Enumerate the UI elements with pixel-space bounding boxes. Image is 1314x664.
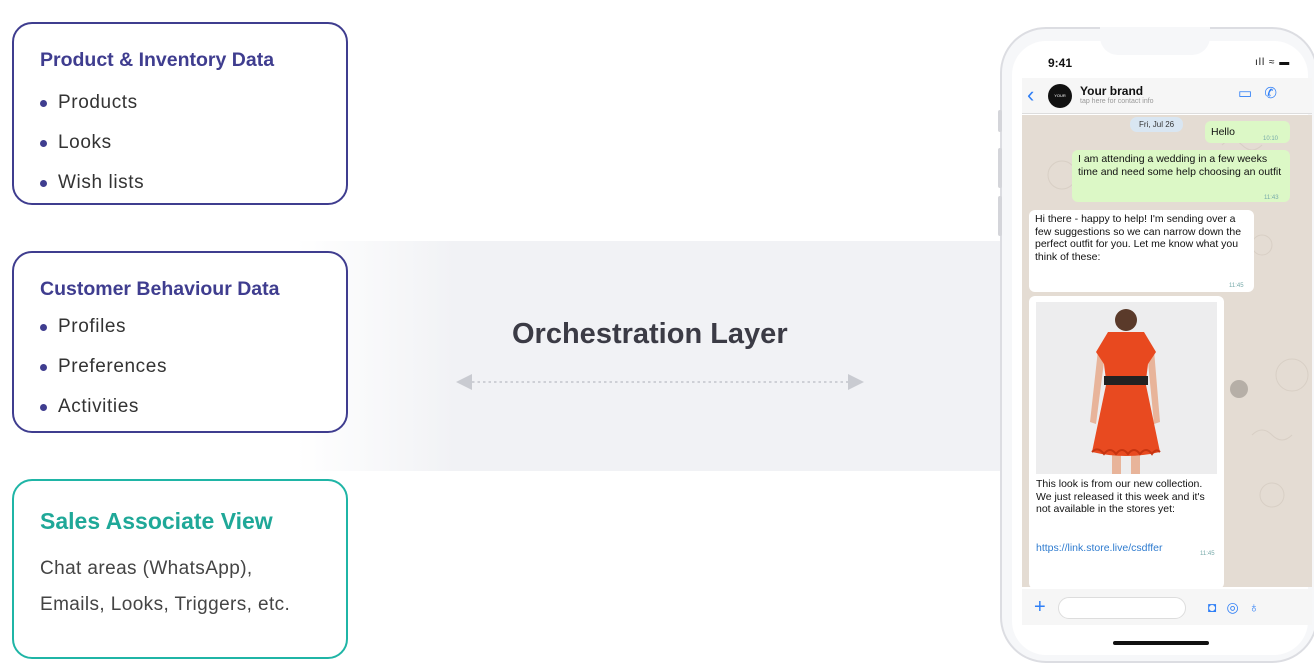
product-inventory-card: Product & Inventory Data Products Looks …: [12, 22, 348, 205]
bullet-icon: [40, 324, 47, 331]
message-in: Hi there - happy to help! I'm sending ov…: [1029, 210, 1254, 292]
sales-associate-card: Sales Associate View Chat areas (WhatsAp…: [12, 479, 348, 659]
sticker-icon[interactable]: ◘: [1208, 599, 1226, 615]
image-caption: This look is from our new collection. We…: [1036, 478, 1205, 515]
bullet-icon: [40, 140, 47, 147]
list-item: Activities: [40, 395, 167, 435]
date-pill: Fri, Jul 26: [1130, 117, 1184, 132]
phone-side-button: [998, 110, 1002, 132]
contact-subtitle: tap here for contact info: [1080, 98, 1154, 105]
status-icons: ıll ≈ ▬: [1255, 57, 1291, 68]
video-call-icon[interactable]: ▭: [1238, 85, 1252, 102]
list-item: Profiles: [40, 315, 167, 355]
message-input[interactable]: [1058, 597, 1186, 619]
bullet-icon: [40, 364, 47, 371]
header-call-icons: ▭ ✆: [1238, 84, 1277, 102]
home-indicator: [1113, 641, 1209, 645]
microphone-icon[interactable]: ♁: [1249, 599, 1270, 615]
bullet-icon: [40, 404, 47, 411]
bullet-list: Products Looks Wish lists: [40, 91, 144, 211]
list-item: Preferences: [40, 355, 167, 395]
status-time: 9:41: [1048, 56, 1073, 70]
contact-name[interactable]: Your brand: [1080, 84, 1143, 98]
card-title: Sales Associate View: [40, 508, 273, 534]
phone-side-button: [998, 148, 1002, 188]
list-item: Wish lists: [40, 171, 144, 211]
card-description: Chat areas (WhatsApp), Emails, Looks, Tr…: [40, 558, 291, 615]
plus-icon[interactable]: +: [1034, 596, 1046, 619]
share-icon[interactable]: [1230, 380, 1248, 398]
phone-notch: [1100, 27, 1210, 55]
store-link[interactable]: https://link.store.live/csdffer: [1036, 542, 1162, 554]
phone-icon[interactable]: ✆: [1264, 85, 1277, 102]
bullet-list: Profiles Preferences Activities: [40, 315, 167, 435]
orchestration-label: Orchestration Layer: [512, 318, 788, 350]
input-actions: ◘◎♁: [1208, 599, 1269, 616]
camera-icon[interactable]: ◎: [1226, 599, 1248, 615]
customer-behaviour-card: Customer Behaviour Data Profiles Prefere…: [12, 251, 348, 433]
bullet-icon: [40, 100, 47, 107]
list-item: Products: [40, 91, 144, 131]
avatar[interactable]: YOUR BRAND: [1048, 84, 1072, 122]
bullet-icon: [40, 180, 47, 187]
orchestration-band: [296, 241, 1016, 471]
back-chevron-icon[interactable]: ‹: [1027, 82, 1034, 108]
message-out: Hello 10:10: [1205, 121, 1290, 143]
message-out: I am attending a wedding in a few weeks …: [1072, 150, 1290, 202]
list-item: Looks: [40, 131, 144, 171]
dress-image: [1090, 309, 1161, 474]
phone-side-button: [998, 196, 1002, 236]
double-arrow-icon: [456, 374, 864, 390]
timestamp: 11:45: [1200, 551, 1215, 557]
card-title: Product & Inventory Data: [40, 49, 275, 71]
card-title: Customer Behaviour Data: [40, 278, 280, 300]
dress-photo[interactable]: [1036, 302, 1217, 474]
